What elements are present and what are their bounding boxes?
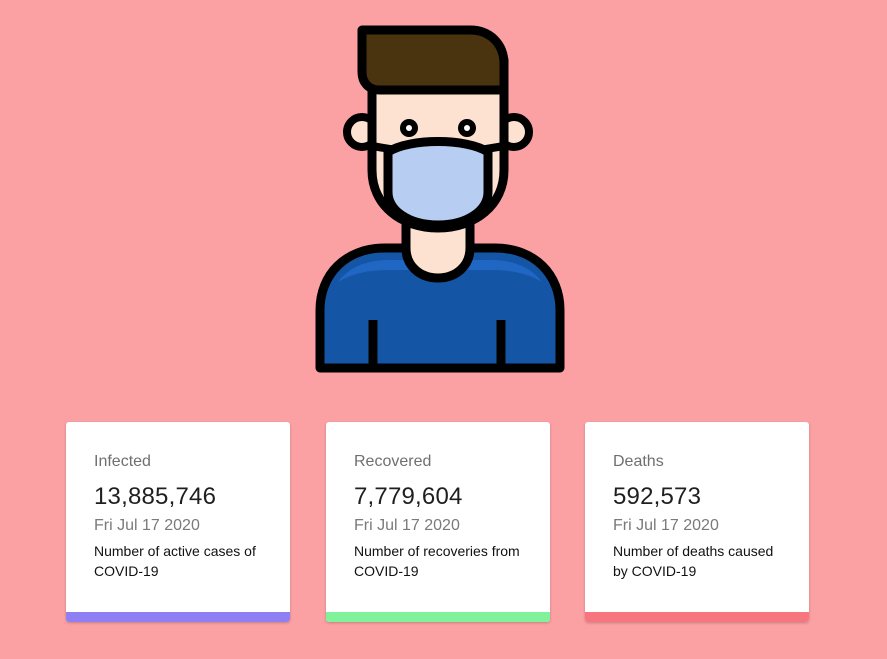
hair-shape — [357, 25, 509, 95]
recovered-card: Recovered 7,779,604 Fri Jul 17 2020 Numb… — [326, 422, 550, 622]
card-value: 13,885,746 — [94, 483, 217, 510]
card-description: Number of active cases of COVID-19 — [94, 543, 256, 579]
card-date: Fri Jul 17 2020 — [94, 517, 200, 534]
hero-illustration — [310, 20, 570, 380]
infected-card: Infected 13,885,746 Fri Jul 17 2020 Numb… — [66, 422, 290, 622]
card-date: Fri Jul 17 2020 — [613, 517, 719, 534]
stats-cards: Infected 13,885,746 Fri Jul 17 2020 Numb… — [66, 422, 811, 622]
mask-shape — [383, 137, 493, 230]
card-description: Number of recoveries from COVID-19 — [354, 543, 520, 579]
card-title: Recovered — [354, 453, 432, 470]
card-accent-bar — [585, 612, 809, 622]
deaths-card: Deaths 592,573 Fri Jul 17 2020 Number of… — [585, 422, 809, 622]
right-eye-shine — [464, 125, 470, 131]
card-value: 592,573 — [613, 483, 702, 510]
card-date: Fri Jul 17 2020 — [354, 517, 460, 534]
card-title: Infected — [94, 453, 151, 470]
card-description: Number of deaths caused by COVID-19 — [613, 543, 774, 579]
masked-person-icon — [315, 25, 565, 373]
card-accent-bar — [326, 612, 550, 622]
card-accent-bar — [66, 612, 290, 622]
card-title: Deaths — [613, 453, 664, 470]
card-value: 7,779,604 — [354, 483, 463, 510]
left-eye-shine — [406, 125, 412, 131]
